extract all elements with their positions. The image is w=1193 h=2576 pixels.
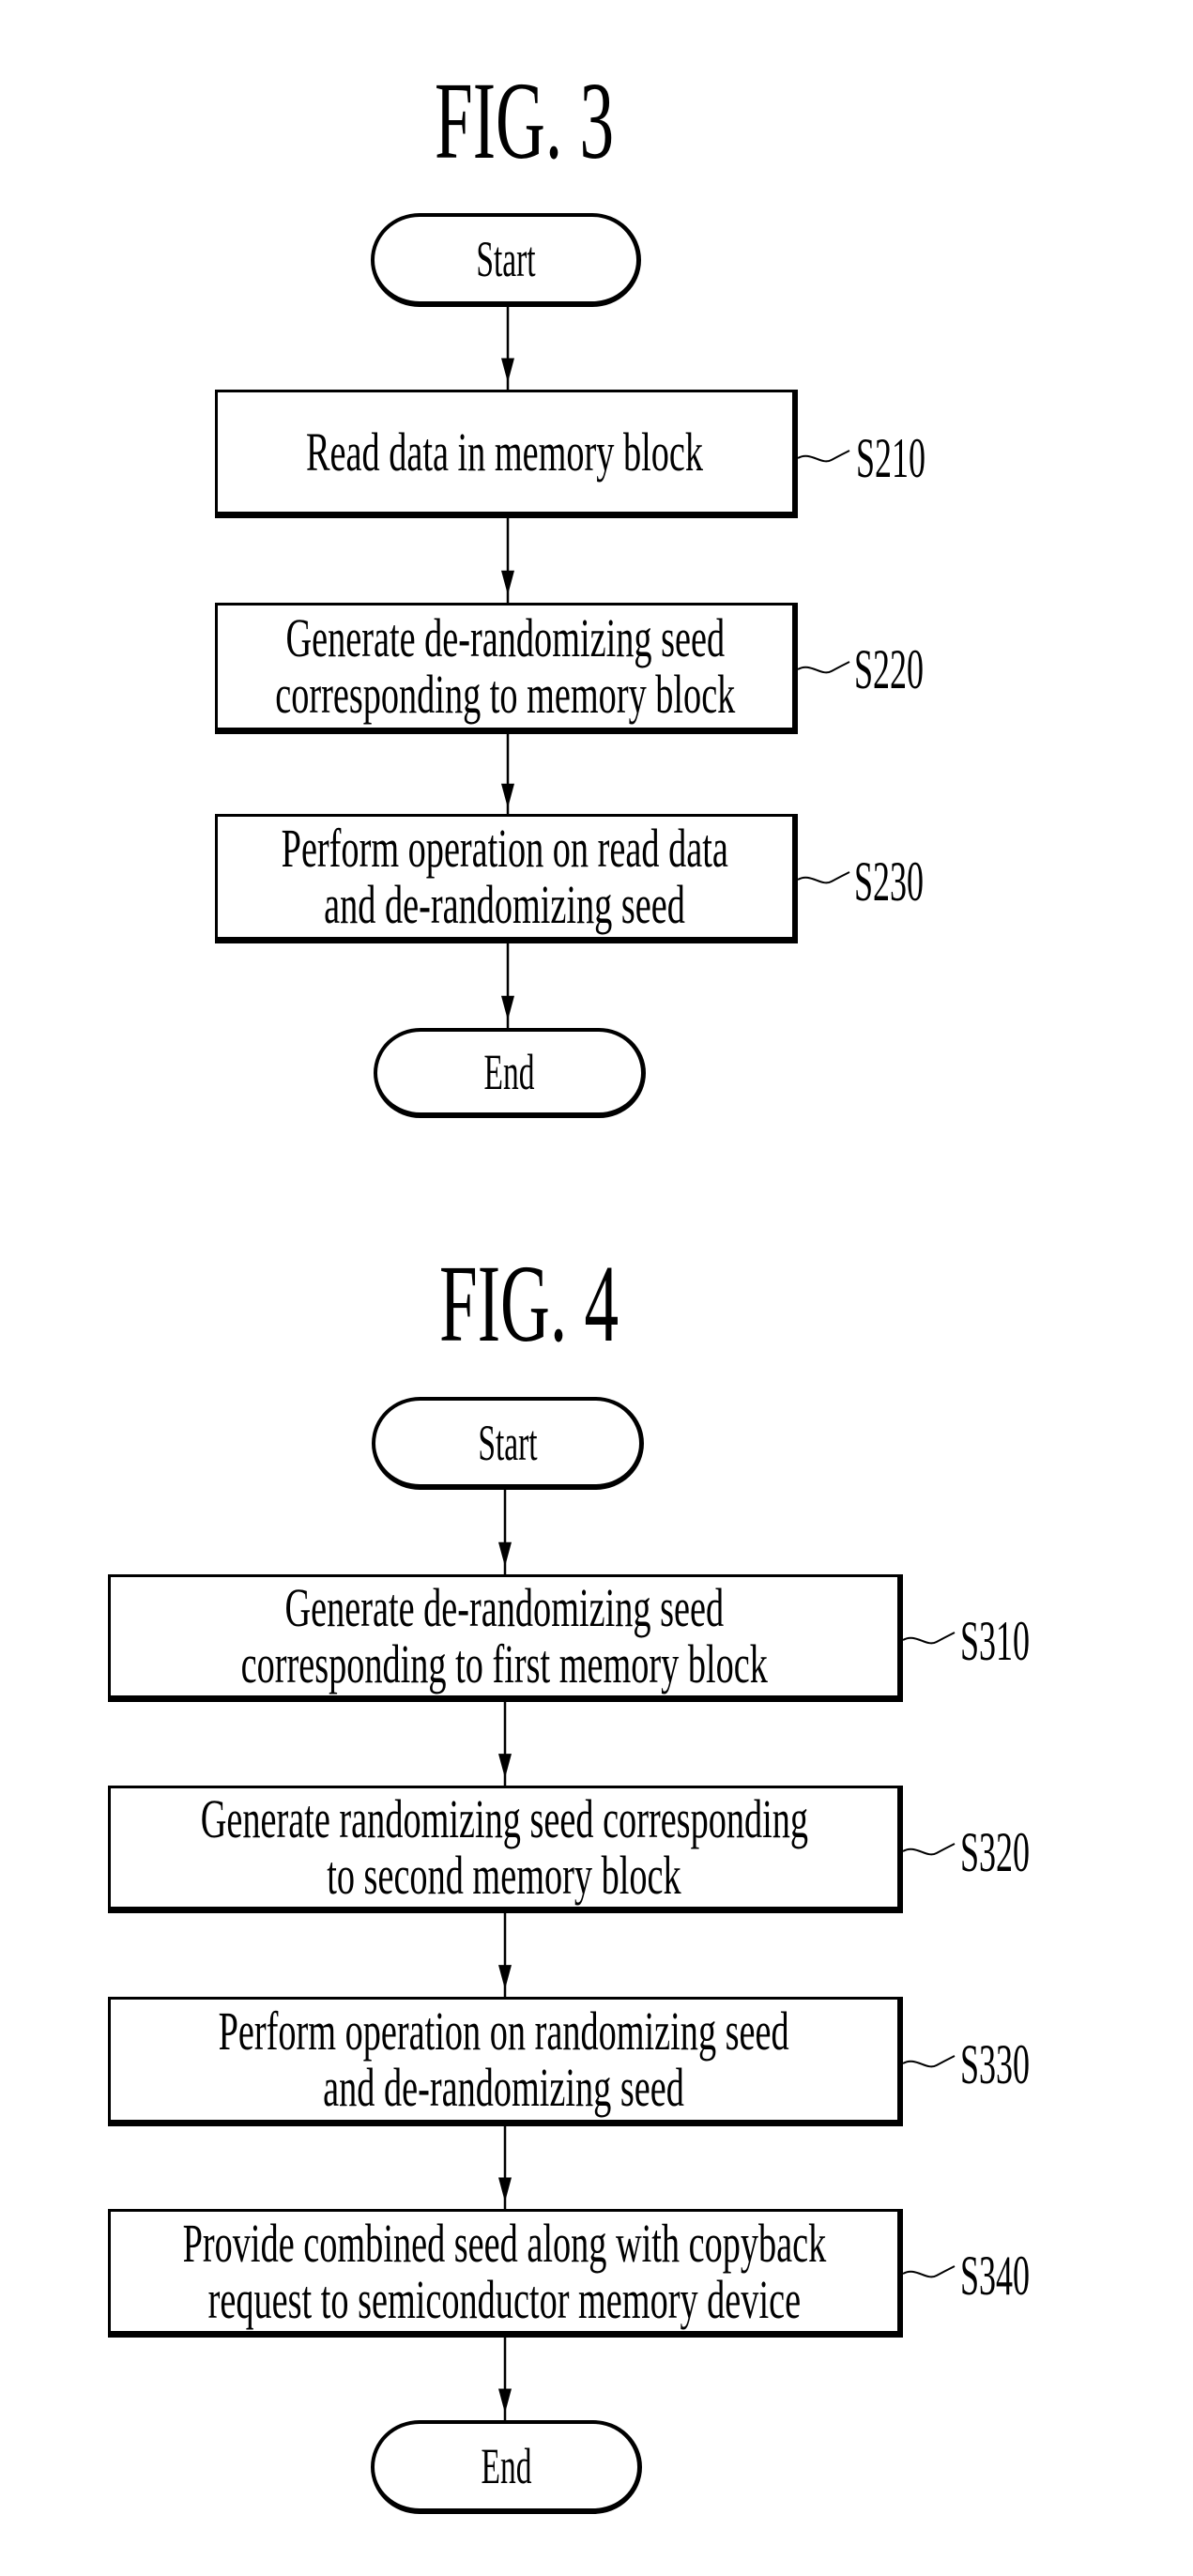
fig4-arrow-s340-to-end bbox=[498, 2338, 512, 2420]
arrowhead-icon bbox=[501, 570, 514, 595]
fig4-arrow-s330-to-s340 bbox=[498, 2126, 512, 2209]
fig3-step-s230: Perform operation on read data and de-ra… bbox=[215, 814, 798, 943]
figure-3-title: FIG. 3 bbox=[435, 59, 615, 182]
fig4-end-label: End bbox=[481, 2438, 531, 2494]
fig3-ref-s220: S220 bbox=[854, 638, 925, 700]
fig4-leader-s320 bbox=[902, 1843, 956, 1856]
step-text-line: request to semiconductor memory device bbox=[207, 2268, 801, 2330]
arrowhead-icon bbox=[498, 1965, 512, 1990]
fig3-ref-s210: S210 bbox=[856, 427, 926, 489]
fig4-step-s320: Generate randomizing seed corresponding … bbox=[108, 1786, 903, 1913]
fig4-ref-s330: S330 bbox=[960, 2033, 1031, 2095]
fig4-ref-s340: S340 bbox=[960, 2245, 1031, 2307]
arrowhead-icon bbox=[498, 2388, 512, 2414]
arrowhead-icon bbox=[501, 358, 514, 383]
fig3-arrow-s220-to-s230 bbox=[501, 734, 514, 814]
step-text-line: and de-randomizing seed bbox=[324, 874, 686, 935]
fig3-step-s210: Read data in memory block bbox=[215, 390, 798, 518]
arrowhead-icon bbox=[501, 995, 514, 1020]
fig4-start-label: Start bbox=[477, 1414, 538, 1471]
fig3-arrow-s230-to-end bbox=[501, 943, 514, 1028]
step-text-line: Perform operation on randomizing seed bbox=[218, 2001, 790, 2062]
step-text-line: Generate de-randomizing seed bbox=[284, 1577, 724, 1638]
fig3-end-terminal: End bbox=[374, 1028, 646, 1118]
fig3-ref-s230: S230 bbox=[854, 851, 925, 912]
fig3-start-terminal: Start bbox=[371, 213, 641, 307]
fig3-leader-s230 bbox=[797, 871, 850, 884]
step-text-line: Generate de-randomizing seed bbox=[285, 607, 725, 668]
step-text-line: to second memory block bbox=[327, 1845, 681, 1906]
fig4-leader-s330 bbox=[902, 2055, 956, 2068]
fig3-end-label: End bbox=[483, 1044, 535, 1100]
fig4-arrow-s320-to-s330 bbox=[498, 1913, 512, 1997]
figure-4-title: FIG. 4 bbox=[439, 1242, 619, 1365]
fig4-leader-s310 bbox=[902, 1632, 956, 1645]
step-text-line: corresponding to memory block bbox=[274, 664, 736, 725]
fig4-leader-s340 bbox=[902, 2265, 956, 2278]
arrowhead-icon bbox=[501, 783, 514, 808]
step-text-line: corresponding to first memory block bbox=[240, 1633, 768, 1694]
patent-drawing-sheet: FIG. 3 Start Read data in memory block S… bbox=[0, 0, 1193, 2576]
fig4-arrow-start-to-s310 bbox=[498, 1490, 512, 1574]
fig3-start-label: Start bbox=[475, 231, 536, 287]
fig4-step-s330: Perform operation on randomizing seed an… bbox=[108, 1997, 903, 2126]
fig4-end-terminal: End bbox=[371, 2420, 642, 2514]
arrowhead-icon bbox=[498, 1541, 512, 1567]
fig3-arrow-s210-to-s220 bbox=[501, 518, 514, 603]
step-text-line: Perform operation on read data bbox=[281, 818, 729, 879]
step-text-line: Provide combined seed along with copybac… bbox=[182, 2212, 826, 2274]
fig4-ref-s310: S310 bbox=[960, 1610, 1031, 1672]
step-text-line: and de-randomizing seed bbox=[323, 2057, 685, 2118]
fig4-step-s310: Generate de-randomizing seed correspondi… bbox=[108, 1574, 903, 1702]
fig4-arrow-s310-to-s320 bbox=[498, 1702, 512, 1786]
arrowhead-icon bbox=[498, 2177, 512, 2202]
fig4-start-terminal: Start bbox=[372, 1397, 644, 1490]
fig4-ref-s320: S320 bbox=[960, 1821, 1031, 1883]
fig3-arrow-start-to-s210 bbox=[501, 307, 514, 390]
fig3-step-s220: Generate de-randomizing seed correspondi… bbox=[215, 603, 798, 734]
fig3-leader-s210 bbox=[797, 450, 850, 463]
fig4-step-s340: Provide combined seed along with copybac… bbox=[108, 2209, 903, 2338]
step-text-line: Read data in memory block bbox=[306, 421, 704, 483]
step-text-line: Generate randomizing seed corresponding bbox=[200, 1788, 808, 1849]
arrowhead-icon bbox=[498, 1754, 512, 1779]
fig3-leader-s220 bbox=[797, 661, 850, 674]
